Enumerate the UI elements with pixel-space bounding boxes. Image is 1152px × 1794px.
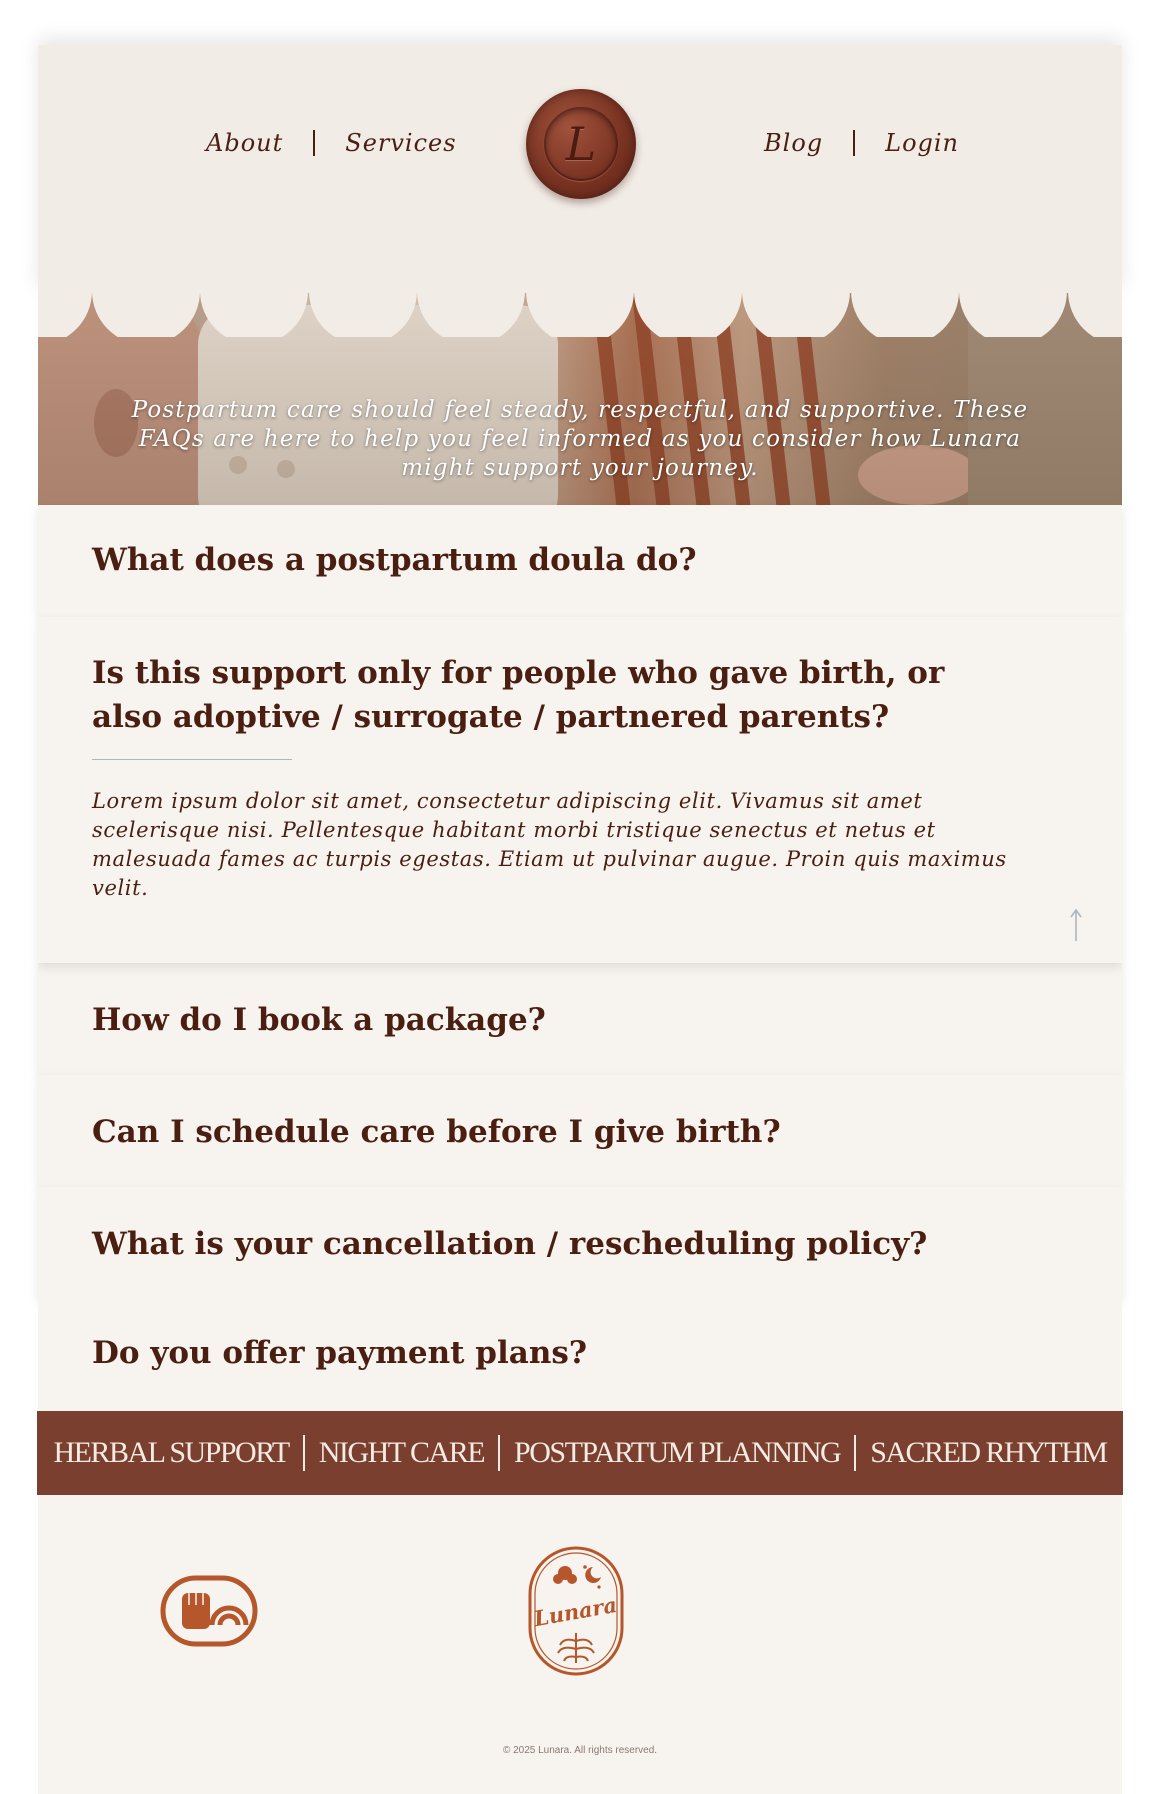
service-postpartum-planning[interactable]: POSTPARTUM PLANNING	[514, 1436, 842, 1470]
copyright-text: © 2025 Lunara. All rights reserved.	[502, 1745, 658, 1756]
nav-login-link[interactable]: Login	[885, 129, 959, 157]
marquee-divider	[498, 1435, 501, 1471]
nav-divider	[853, 130, 856, 156]
lunara-floral-badge: Lunara	[528, 1546, 624, 1676]
faq-answer: Lorem ipsum dolor sit amet, consectetur …	[92, 789, 1007, 900]
nav-about-link[interactable]: About	[206, 129, 283, 157]
faq-question[interactable]: Do you offer payment plans?	[92, 1331, 1002, 1375]
service-night-care[interactable]: NIGHT CARE	[319, 1436, 486, 1470]
faq-item[interactable]: What is your cancellation / rescheduling…	[38, 1187, 1122, 1299]
faq-question[interactable]: Can I schedule care before I give birth?	[92, 1110, 1002, 1154]
faq-item[interactable]: What does a postpartum doula do?	[38, 505, 1122, 617]
arrow-up-icon[interactable]	[1066, 907, 1086, 943]
faq-question[interactable]: How do I book a package?	[92, 998, 1002, 1042]
nav-divider	[313, 130, 316, 156]
logo-monogram: L	[544, 107, 618, 181]
raised-fist-rainbow-badge	[160, 1575, 258, 1647]
badge-wordmark: Lunara	[531, 1592, 619, 1631]
nav-services-link[interactable]: Services	[345, 129, 456, 157]
page-container: About Services L Blog Login Postpartum c…	[37, 45, 1123, 1794]
marquee-divider	[854, 1435, 857, 1471]
hero-intro-text: Postpartum care should feel steady, resp…	[131, 397, 1029, 481]
services-marquee: HERBAL SUPPORT NIGHT CARE POSTPARTUM PLA…	[37, 1411, 1123, 1495]
service-herbal-support[interactable]: HERBAL SUPPORT	[53, 1436, 290, 1470]
faq-question[interactable]: What does a postpartum doula do?	[92, 538, 1002, 582]
wax-seal-logo[interactable]: L	[526, 89, 636, 199]
faq-divider	[92, 759, 292, 760]
nav-blog-link[interactable]: Blog	[764, 129, 823, 157]
nav-right: Blog Login	[764, 129, 959, 157]
faq-question[interactable]: Is this support only for people who gave…	[92, 651, 1002, 739]
nav-left: About Services	[206, 129, 457, 157]
faq-question[interactable]: What is your cancellation / rescheduling…	[92, 1222, 1002, 1266]
faq-item[interactable]: Do you offer payment plans?	[38, 1299, 1122, 1411]
faq-item[interactable]: Can I schedule care before I give birth?	[38, 1075, 1122, 1187]
faq-item[interactable]: How do I book a package?	[38, 963, 1122, 1075]
scalloped-edge	[38, 245, 1122, 337]
marquee-divider	[302, 1435, 305, 1471]
service-sacred-rhythm[interactable]: SACRED RHYTHM	[870, 1436, 1108, 1470]
faq-item-expanded[interactable]: Is this support only for people who gave…	[38, 617, 1122, 963]
